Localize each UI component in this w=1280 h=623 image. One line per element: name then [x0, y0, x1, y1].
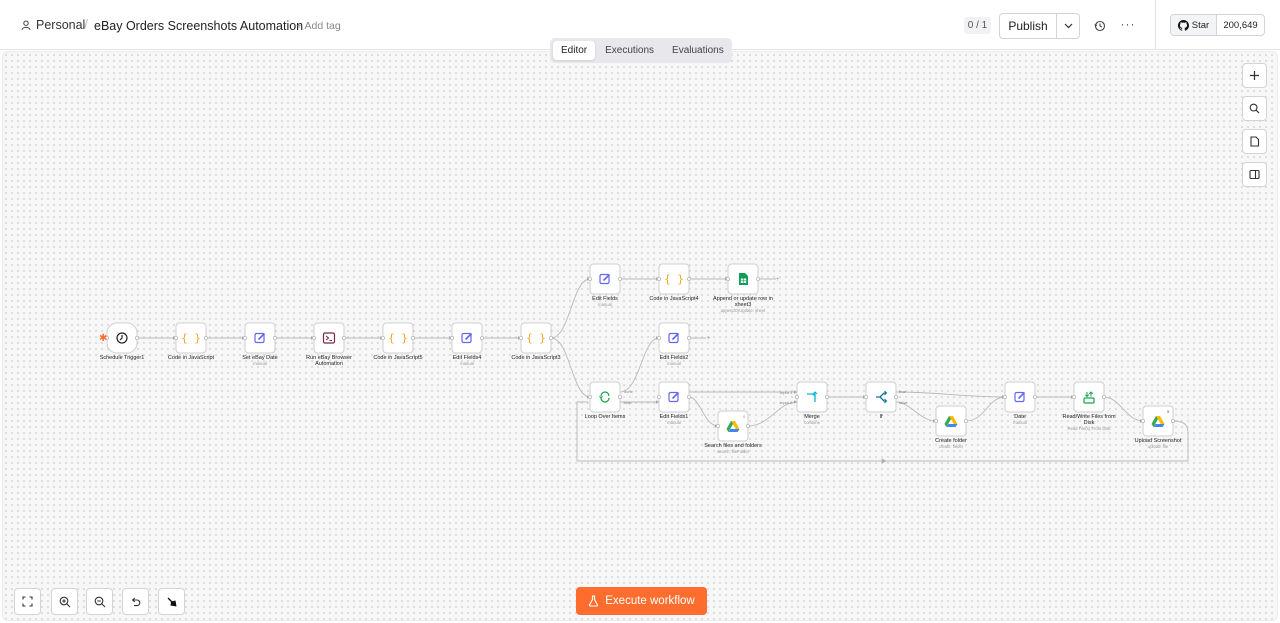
svg-text:{ }: { }: [664, 273, 684, 286]
add-node-button[interactable]: [1242, 63, 1267, 88]
node-editf[interactable]: Edit Fieldsmanual: [587, 263, 622, 307]
edge-label-false: false: [899, 400, 908, 405]
execute-workflow-button[interactable]: Execute workflow: [576, 587, 707, 615]
node-edit4[interactable]: Edit Fields4manual: [449, 322, 484, 366]
code-icon: { }: [181, 332, 201, 345]
toggle-panel-button[interactable]: [1242, 162, 1267, 187]
svg-text:{ }: { }: [388, 332, 408, 345]
node-loop[interactable]: Loop Over Items: [585, 381, 626, 420]
edge-label-true: true: [899, 389, 907, 394]
node-subtitle: manual: [1013, 420, 1027, 425]
edge-label-input2: Input 2: [780, 400, 793, 405]
connections: [137, 277, 1189, 464]
view-tabs: Editor Executions Evaluations: [550, 38, 732, 63]
node-label: Code in JavaScript: [168, 355, 215, 361]
svg-text:{ }: { }: [181, 332, 201, 345]
node-sheet[interactable]: Append or update row insheet3appendOrUpd…: [713, 263, 773, 313]
node-edit1[interactable]: Edit Fields1manual: [656, 381, 691, 425]
node-layer: Schedule Trigger1 { } Code in JavaScript Se…: [100, 263, 1182, 454]
tidy-up-button[interactable]: [158, 588, 185, 615]
node-label: Loop Over Items: [585, 414, 626, 420]
node-edit2[interactable]: Edit Fields2manual: [656, 322, 691, 366]
node-label: If: [879, 414, 883, 420]
node-setdate[interactable]: Set eBay Datemanual: [242, 322, 278, 366]
note-icon: [1250, 136, 1260, 147]
tab-executions[interactable]: Executions: [597, 41, 662, 60]
search-nodes-button[interactable]: [1242, 96, 1267, 121]
trigger-bolt-icon: ✱: [99, 333, 107, 344]
node-subtitle: search: fileFolder: [717, 449, 750, 454]
sticky-note-button[interactable]: [1242, 129, 1267, 154]
broom-icon: [167, 597, 176, 606]
node-rw[interactable]: Read/Write Files fromDiskRead File(s) Fr…: [1062, 381, 1116, 431]
search-icon: [1249, 103, 1260, 114]
node-label: Code in JavaScript4: [649, 296, 698, 302]
fit-view-icon: [22, 596, 33, 607]
plus-icon: [1250, 71, 1259, 80]
node-subtitle: create: folder: [939, 444, 964, 449]
node-subtitle: combine: [804, 420, 820, 425]
sheets-icon: [739, 273, 748, 285]
panel-icon: [1249, 169, 1260, 180]
undo-icon: [131, 597, 141, 607]
node-subtitle: Read File(s) From Disk: [1067, 426, 1111, 431]
tab-evaluations[interactable]: Evaluations: [664, 41, 732, 60]
node-code5[interactable]: { } Code in JavaScript5: [373, 322, 423, 361]
flask-icon: [589, 595, 599, 607]
code-icon: { }: [664, 273, 684, 286]
node-subtitle: upload: file: [1148, 444, 1169, 449]
node-subtitle: manual: [667, 420, 681, 425]
svg-text:{ }: { }: [526, 332, 546, 345]
node-code1[interactable]: { } Code in JavaScript: [168, 322, 215, 361]
fit-view-button[interactable]: [14, 588, 41, 615]
zoom-out-icon: [94, 596, 105, 607]
node-subtitle: manual: [667, 361, 681, 366]
node-subtitle: manual: [253, 361, 267, 366]
code-icon: { }: [526, 332, 546, 345]
add-node-plus-icon[interactable]: +: [776, 277, 780, 283]
node-label: Schedule Trigger1: [100, 355, 145, 361]
node-subtitle: manual: [598, 302, 612, 307]
node-label: Code in JavaScript5: [373, 355, 422, 361]
node-date[interactable]: Datemanual: [1002, 381, 1037, 425]
node-code3[interactable]: { } Code in JavaScript3: [511, 322, 561, 361]
edge-label-done: done: [624, 389, 634, 394]
workflow-graph: done loop Input 1 Input 2 true false Sch…: [99, 263, 1189, 464]
node-upload[interactable]: Upload Screenshotupload: file: [1135, 405, 1182, 449]
edge-label-loop: loop: [624, 400, 632, 405]
node-browser[interactable]: Run eBay BrowserAutomation: [306, 322, 352, 367]
zoom-in-icon: [59, 596, 70, 607]
zoom-in-button[interactable]: [51, 588, 78, 615]
node-merge[interactable]: Mergecombine: [794, 381, 829, 425]
code-icon: { }: [388, 332, 408, 345]
node-search[interactable]: Search files and folderssearch: fileFold…: [704, 410, 762, 454]
node-label: Code in JavaScript3: [511, 355, 560, 361]
node-label-line2: Automation: [315, 361, 343, 367]
zoom-out-button[interactable]: [86, 588, 113, 615]
tab-editor[interactable]: Editor: [553, 41, 596, 60]
undo-button[interactable]: [122, 588, 149, 615]
node-subtitle: appendOrUpdate: sheet: [721, 308, 767, 313]
node-if[interactable]: If: [863, 381, 898, 420]
add-node-plus-icon[interactable]: +: [707, 336, 711, 342]
execute-workflow-label[interactable]: Execute workflow: [605, 595, 694, 607]
edge-label-input1: Input 1: [780, 390, 793, 395]
node-folder[interactable]: Create foldercreate: folder: [933, 405, 968, 449]
node-subtitle: manual: [460, 361, 474, 366]
node-code4[interactable]: { } Code in JavaScript4: [649, 263, 699, 302]
